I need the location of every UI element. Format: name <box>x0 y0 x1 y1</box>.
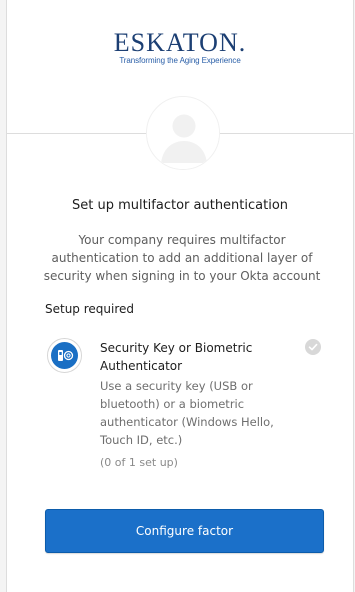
checkmark-icon <box>305 339 321 355</box>
okta-signin-card: ESKATON. Transforming the Aging Experien… <box>6 0 354 592</box>
logo-wordmark: ESKATON. <box>113 28 247 57</box>
setup-required-label: Setup required <box>45 302 135 316</box>
security-key-icon <box>47 338 82 373</box>
factor-setup-count: (0 of 1 set up) <box>100 456 178 469</box>
page-title: Set up multifactor authentication <box>71 198 289 213</box>
page-subtitle: Your company requires multifactor authen… <box>43 233 321 283</box>
factor-description: Use a security key (USB or bluetooth) or… <box>100 379 274 447</box>
configure-factor-button[interactable]: Configure factor <box>45 509 324 553</box>
logo-tagline: Transforming the Aging Experience <box>119 56 241 65</box>
factor-name: Security Key or Biometric Authenticator <box>100 341 253 373</box>
user-avatar-icon <box>146 96 220 170</box>
eskaton-logo: ESKATON. Transforming the Aging Experien… <box>7 28 353 65</box>
